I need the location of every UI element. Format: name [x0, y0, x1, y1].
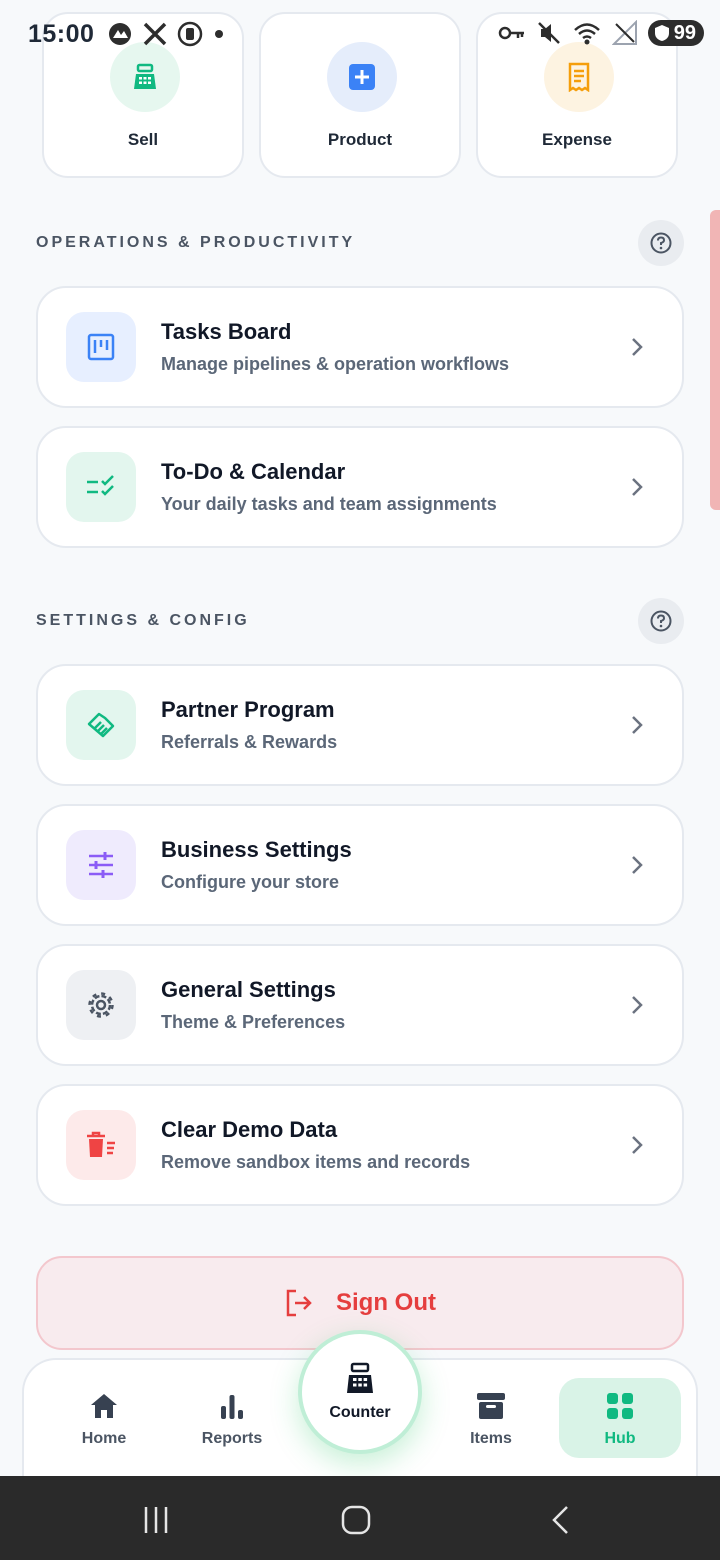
business-settings-subtitle: Configure your store [161, 872, 340, 892]
scroll-indicator[interactable] [710, 210, 720, 510]
nav-reports-label: Reports [201, 1430, 263, 1447]
clear-demo-data-card[interactable]: Clear Demo Data Remove sandbox items and… [36, 1084, 684, 1206]
chevron-right-icon [632, 1136, 643, 1154]
tasks-board-title: Tasks Board [161, 319, 292, 344]
archive-box-icon [476, 1390, 506, 1422]
chevron-right-icon [632, 338, 643, 356]
nav-counter-label: Counter [329, 1404, 391, 1421]
general-settings-title: General Settings [161, 977, 336, 1002]
quick-actions: Sell Product Expense [42, 12, 678, 178]
cash-register-icon [110, 42, 180, 112]
operations-help-button[interactable] [638, 220, 684, 266]
settings-section-header: SETTINGS & CONFIG [36, 598, 686, 644]
chevron-right-icon [632, 716, 643, 734]
business-settings-title: Business Settings [161, 837, 352, 862]
trash-icon [66, 1110, 136, 1180]
nav-items[interactable]: Items [441, 1360, 541, 1478]
back-button[interactable] [540, 1500, 580, 1540]
clear-demo-data-title: Clear Demo Data [161, 1117, 338, 1142]
partner-program-subtitle: Referrals & Rewards [161, 732, 338, 752]
cash-register-icon [347, 1362, 373, 1393]
recent-apps-icon [144, 1507, 168, 1533]
sliders-icon [66, 830, 136, 900]
handshake-icon [66, 690, 136, 760]
home-icon [89, 1390, 119, 1422]
todo-calendar-card[interactable]: To-Do & Calendar Your daily tasks and te… [36, 426, 684, 548]
tasks-board-card[interactable]: Tasks Board Manage pipelines & operation… [36, 286, 684, 408]
nav-counter-button[interactable]: Counter [298, 1330, 422, 1454]
section-title-settings: SETTINGS & CONFIG [36, 612, 250, 629]
sign-out-label: Sign Out [336, 1289, 436, 1316]
expense-label: Expense [542, 130, 612, 149]
sell-action-card[interactable]: Sell [42, 12, 244, 178]
nav-home[interactable]: Home [54, 1360, 154, 1478]
todo-calendar-title: To-Do & Calendar [161, 459, 346, 484]
nav-hub[interactable]: Hub [570, 1360, 670, 1478]
chevron-right-icon [632, 478, 643, 496]
help-icon [650, 232, 672, 254]
settings-help-button[interactable] [638, 598, 684, 644]
expense-action-card[interactable]: Expense [476, 12, 678, 178]
gear-icon [66, 970, 136, 1040]
chevron-right-icon [632, 996, 643, 1014]
general-settings-card[interactable]: General Settings Theme & Preferences [36, 944, 684, 1066]
system-nav-bar [0, 1476, 720, 1560]
plus-square-icon [327, 42, 397, 112]
recent-apps-button[interactable] [136, 1500, 176, 1540]
home-system-button[interactable] [336, 1500, 376, 1540]
back-icon [552, 1506, 568, 1534]
logout-icon [286, 1289, 312, 1317]
checklist-icon [66, 452, 136, 522]
grid-icon [606, 1390, 634, 1422]
receipt-icon [544, 42, 614, 112]
product-label: Product [327, 130, 393, 149]
general-settings-subtitle: Theme & Preferences [161, 1012, 346, 1032]
tasks-board-subtitle: Manage pipelines & operation workflows [161, 354, 510, 374]
section-title-operations: OPERATIONS & PRODUCTIVITY [36, 234, 356, 251]
home-circle-icon [341, 1505, 371, 1535]
partner-program-title: Partner Program [161, 697, 335, 722]
clear-demo-data-subtitle: Remove sandbox items and records [161, 1152, 471, 1172]
help-icon [650, 610, 672, 632]
kanban-icon [66, 312, 136, 382]
operations-section-header: OPERATIONS & PRODUCTIVITY [36, 220, 686, 266]
todo-calendar-subtitle: Your daily tasks and team assignments [161, 494, 497, 514]
nav-home-label: Home [81, 1430, 127, 1447]
bar-chart-icon [219, 1390, 245, 1422]
partner-program-card[interactable]: Partner Program Referrals & Rewards [36, 664, 684, 786]
nav-hub-label: Hub [604, 1430, 636, 1447]
nav-items-label: Items [470, 1430, 512, 1447]
sell-label: Sell [127, 130, 159, 149]
nav-reports[interactable]: Reports [182, 1360, 282, 1478]
product-action-card[interactable]: Product [259, 12, 461, 178]
business-settings-card[interactable]: Business Settings Configure your store [36, 804, 684, 926]
chevron-right-icon [632, 856, 643, 874]
